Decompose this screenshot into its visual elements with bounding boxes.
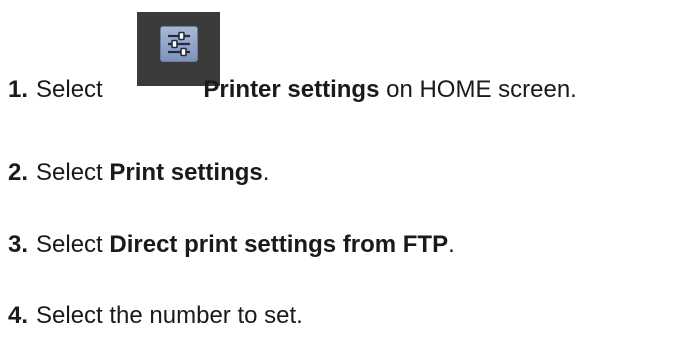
step-2: 2. Select Print settings . [8,159,269,187]
step-text: Select the number to set. [36,302,303,329]
step-number: 4. [8,302,29,329]
step-4: 4. Select the number to set. [8,302,303,330]
step-text: Select [36,76,110,103]
settings-sliders-icon [160,26,198,62]
step-number: 3. [8,231,29,258]
step-1: 1. Select Printer settings on HOME scree… [8,76,577,104]
step-text: Select [36,159,110,186]
step-3: 3. Select Direct print settings from FTP… [8,231,455,259]
printer-settings-icon [137,12,220,86]
step-bold-term: Direct print settings from FTP [109,231,449,258]
step-text-suffix: . [448,231,455,258]
step-number: 1. [8,76,29,103]
step-text: Select [36,231,110,258]
step-bold-term: Print settings [109,159,263,186]
step-text-suffix: . [262,159,270,186]
step-bold-term: Printer settings [203,76,380,103]
step-number: 2. [8,159,29,186]
step-text-suffix: on HOME screen. [379,76,577,103]
